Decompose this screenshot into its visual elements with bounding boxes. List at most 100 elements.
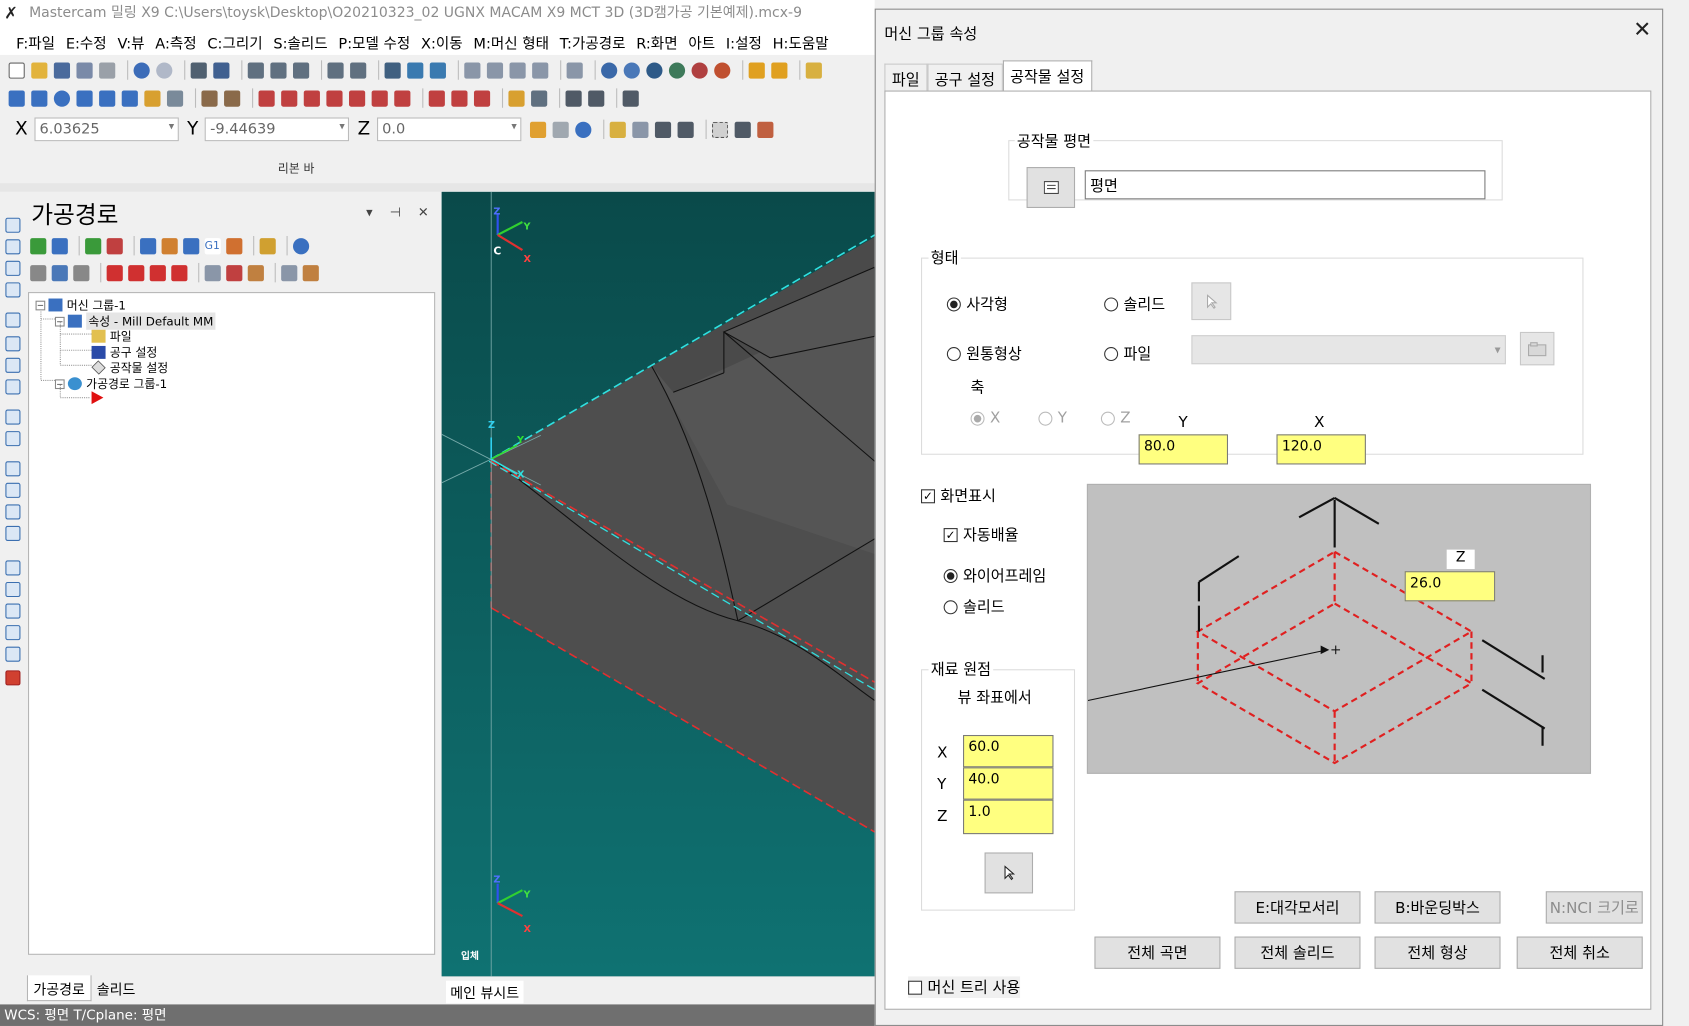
strip-icon-17[interactable] — [5, 603, 21, 619]
new-file-icon[interactable] — [8, 61, 25, 79]
corners-button[interactable]: E:대각모서리 — [1234, 891, 1361, 924]
note-icon[interactable] — [531, 89, 548, 107]
expand-icon[interactable] — [302, 264, 319, 281]
axis-y-radio[interactable]: Y — [1038, 410, 1067, 427]
bounding-box-button[interactable]: B:바운딩박스 — [1374, 891, 1501, 924]
scale-icon[interactable] — [349, 89, 366, 107]
select-all-ops-icon[interactable] — [30, 237, 47, 254]
auto-scale-checkbox[interactable]: ✓ 자동배율 — [943, 524, 1019, 546]
stock-y-field[interactable]: 80.0 — [1138, 434, 1229, 465]
help-icon[interactable] — [574, 121, 592, 138]
tab-stock-setup[interactable]: 공작물 설정 — [1002, 60, 1092, 92]
strip-icon-16[interactable] — [5, 581, 21, 598]
tab-tool-settings[interactable]: 공구 설정 — [927, 63, 1003, 92]
stock-x-field[interactable]: 120.0 — [1276, 434, 1366, 465]
zoom-window-icon[interactable] — [247, 61, 264, 79]
strip-icon-5[interactable] — [5, 312, 21, 328]
rotate-icon[interactable] — [384, 61, 401, 79]
mirror-icon[interactable] — [303, 89, 320, 107]
strip-icon-19[interactable] — [5, 646, 21, 662]
circle-icon[interactable] — [53, 89, 71, 107]
panel-help-icon[interactable] — [292, 237, 310, 254]
select-icon[interactable] — [609, 121, 626, 138]
menu-file[interactable]: F:파일 — [11, 31, 61, 52]
shaded-sphere-icon[interactable] — [646, 61, 663, 79]
panel-window-controls[interactable]: ▾ ⊣ ✕ — [366, 205, 435, 220]
repaint-icon[interactable] — [213, 61, 230, 79]
autocursor-icon[interactable] — [529, 121, 546, 138]
strip-icon-7[interactable] — [5, 357, 21, 373]
scroll-icon[interactable] — [171, 264, 188, 281]
tab-toolpaths[interactable]: 가공경로 — [26, 975, 92, 1002]
strip-icon-15[interactable] — [5, 560, 21, 576]
translate-icon[interactable] — [281, 89, 298, 107]
grid-icon[interactable] — [451, 89, 468, 107]
save-icon[interactable] — [53, 61, 71, 79]
graphics-viewport[interactable]: Z Y X C Z Y X Z Y X 입체 — [441, 191, 875, 977]
menu-art[interactable]: 아트 — [683, 31, 721, 52]
simulate-icon[interactable] — [183, 237, 200, 254]
use-machine-tree-checkbox[interactable]: 머신 트리 사용 — [908, 976, 1021, 998]
tab-solids[interactable]: 솔리드 — [91, 975, 140, 1001]
view-front-icon[interactable] — [486, 61, 504, 79]
strip-icon-9[interactable] — [5, 409, 21, 425]
chain-icon[interactable] — [631, 121, 649, 138]
drag-icon[interactable] — [428, 89, 445, 107]
globe-icon[interactable] — [601, 61, 618, 79]
selection-mask-icon[interactable] — [756, 121, 774, 138]
plane-select-button[interactable] — [1026, 167, 1076, 208]
offset-icon[interactable] — [371, 89, 388, 107]
move-up-icon[interactable] — [128, 264, 145, 281]
y-coord-input[interactable]: -9.44639 — [204, 117, 350, 142]
stock-plane-field[interactable]: 평면 — [1084, 170, 1486, 200]
hatch-icon[interactable] — [622, 89, 639, 107]
clear-color-icon[interactable] — [805, 61, 822, 79]
spline-icon[interactable] — [121, 89, 138, 107]
strip-icon-12[interactable] — [5, 482, 21, 498]
dynamic-rotate-icon[interactable] — [429, 61, 446, 79]
regenerate-icon[interactable] — [85, 237, 102, 254]
cursor-icon[interactable] — [734, 121, 751, 138]
view-top-icon[interactable] — [464, 61, 481, 79]
origin-y-field[interactable]: 40.0 — [963, 767, 1054, 800]
tab-main-viewsheet[interactable]: 메인 뷰시트 — [445, 980, 524, 1004]
line-icon[interactable] — [31, 89, 48, 107]
strip-icon-1[interactable] — [5, 217, 21, 233]
strip-icon-3[interactable] — [5, 260, 21, 276]
insert-arrow-icon[interactable] — [149, 264, 166, 281]
view-normal-icon[interactable] — [407, 61, 424, 79]
only-display-icon[interactable] — [204, 264, 221, 281]
material-sphere-icon[interactable] — [714, 61, 731, 79]
menu-screen[interactable]: R:화면 — [631, 31, 683, 52]
menu-view[interactable]: V:뷰 — [112, 31, 150, 52]
rectangle-icon[interactable] — [76, 89, 93, 107]
select-solid-button[interactable] — [1191, 282, 1232, 321]
print-preview-icon[interactable] — [99, 61, 116, 79]
stock-z-field[interactable]: 26.0 — [1404, 571, 1496, 602]
menu-solids[interactable]: S:솔리드 — [268, 31, 333, 52]
display-solid-radio[interactable]: 솔리드 — [943, 596, 1005, 618]
toggle-selected-icon[interactable] — [226, 264, 243, 281]
delete-icon[interactable] — [224, 89, 241, 107]
browse-file-button[interactable] — [1519, 331, 1555, 366]
undo-icon[interactable] — [133, 61, 150, 79]
zoom-out-icon[interactable] — [350, 61, 367, 79]
origin-x-field[interactable]: 60.0 — [963, 734, 1054, 768]
post-g1-icon[interactable]: G1 — [204, 237, 221, 254]
close-icon[interactable]: ✕ — [1633, 18, 1651, 40]
array-icon[interactable] — [394, 89, 411, 107]
menu-machine-type[interactable]: M:머신 형태 — [468, 31, 554, 52]
menu-toolpaths[interactable]: T:가공경로 — [554, 31, 630, 52]
fit-screen-icon[interactable] — [190, 61, 207, 79]
axis-z-radio[interactable]: Z — [1100, 410, 1131, 427]
shape-solid-radio[interactable]: 솔리드 — [1104, 293, 1165, 315]
redo-icon[interactable] — [156, 61, 173, 79]
window-select-icon[interactable] — [711, 121, 728, 138]
all-surfaces-button[interactable]: 전체 곡면 — [1094, 936, 1221, 969]
wireframe-radio[interactable]: 와이어프레임 — [943, 565, 1046, 587]
strip-icon-11[interactable] — [5, 461, 21, 477]
file-path-dropdown[interactable]: ▾ — [1191, 335, 1506, 365]
vertical-dimension-icon[interactable] — [588, 89, 605, 107]
surface-icon[interactable] — [166, 89, 184, 107]
lock-icon[interactable] — [30, 264, 47, 281]
